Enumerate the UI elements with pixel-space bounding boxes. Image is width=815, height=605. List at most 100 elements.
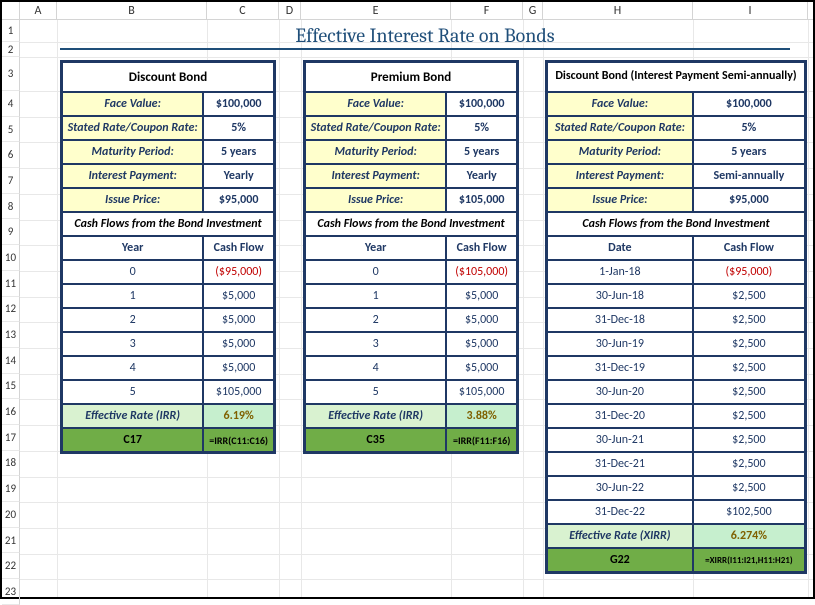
- flow-cashflow[interactable]: $2,500: [693, 356, 805, 380]
- label-maturity[interactable]: Maturity Period:: [62, 140, 203, 164]
- row-21[interactable]: 21: [2, 528, 20, 554]
- col-cashflow[interactable]: Cash Flow: [203, 236, 274, 260]
- semi-issue[interactable]: $95,000: [693, 188, 805, 212]
- flow-cashflow[interactable]: $2,500: [693, 476, 805, 500]
- semi-formula[interactable]: =XIRR(I11:I21,H11:H21): [693, 548, 805, 572]
- flow-period[interactable]: 31-Dec-22: [547, 500, 693, 524]
- flow-period[interactable]: 31-Dec-21: [547, 452, 693, 476]
- flow-period[interactable]: 1: [62, 284, 203, 308]
- row-3[interactable]: 3: [2, 57, 20, 91]
- col-B[interactable]: B: [57, 2, 207, 19]
- semi-ref[interactable]: G22: [547, 548, 693, 572]
- col-date[interactable]: Date: [547, 236, 693, 260]
- flow-cashflow[interactable]: $105,000: [203, 380, 274, 404]
- premium-face[interactable]: $100,000: [446, 92, 517, 116]
- row-16[interactable]: 16: [2, 399, 20, 425]
- discount-issue[interactable]: $95,000: [203, 188, 274, 212]
- flow-period[interactable]: 30-Jun-22: [547, 476, 693, 500]
- flow-period[interactable]: 30-Jun-20: [547, 380, 693, 404]
- col-I[interactable]: I: [693, 2, 808, 19]
- flow-cashflow[interactable]: $102,500: [693, 500, 805, 524]
- flow-cashflow[interactable]: $2,500: [693, 452, 805, 476]
- semi-maturity[interactable]: 5 years: [693, 140, 805, 164]
- flow-period[interactable]: 4: [305, 356, 446, 380]
- label-rate[interactable]: Stated Rate/Coupon Rate:: [62, 116, 203, 140]
- flow-cashflow[interactable]: ($95,000): [693, 260, 805, 284]
- label-issue[interactable]: Issue Price:: [62, 188, 203, 212]
- flow-cashflow[interactable]: $105,000: [446, 380, 517, 404]
- flow-period[interactable]: 31-Dec-18: [547, 308, 693, 332]
- row-7[interactable]: 7: [2, 168, 20, 194]
- flow-period[interactable]: 31-Dec-20: [547, 404, 693, 428]
- flow-period[interactable]: 2: [62, 308, 203, 332]
- flow-period[interactable]: 0: [305, 260, 446, 284]
- premium-maturity[interactable]: 5 years: [446, 140, 517, 164]
- premium-eff-label[interactable]: Effective Rate (IRR): [305, 404, 446, 428]
- row-14[interactable]: 14: [2, 348, 20, 374]
- row-8[interactable]: 8: [2, 194, 20, 220]
- row-6[interactable]: 6: [2, 142, 20, 168]
- discount-formula[interactable]: =IRR(C11:C16): [203, 428, 274, 452]
- row-1[interactable]: 1: [2, 20, 20, 42]
- row-4[interactable]: 4: [2, 91, 20, 117]
- row-17[interactable]: 17: [2, 425, 20, 451]
- premium-ref[interactable]: C35: [305, 428, 446, 452]
- semi-face[interactable]: $100,000: [693, 92, 805, 116]
- row-22[interactable]: 22: [2, 553, 20, 579]
- col-A[interactable]: A: [20, 2, 57, 19]
- label-face[interactable]: Face Value:: [62, 92, 203, 116]
- discount-eff-label[interactable]: Effective Rate (IRR): [62, 404, 203, 428]
- discount-eff[interactable]: 6.19%: [203, 404, 274, 428]
- flow-cashflow[interactable]: $5,000: [203, 284, 274, 308]
- flow-cashflow[interactable]: $5,000: [446, 308, 517, 332]
- col-E[interactable]: E: [301, 2, 451, 19]
- flow-cashflow[interactable]: $2,500: [693, 380, 805, 404]
- premium-title[interactable]: Premium Bond: [305, 62, 517, 92]
- semi-payment[interactable]: Semi-annually: [693, 164, 805, 188]
- discount-payment[interactable]: Yearly: [203, 164, 274, 188]
- flow-period[interactable]: 5: [62, 380, 203, 404]
- flow-period[interactable]: 30-Jun-18: [547, 284, 693, 308]
- row-13[interactable]: 13: [2, 322, 20, 348]
- row-11[interactable]: 11: [2, 271, 20, 297]
- discount-maturity[interactable]: 5 years: [203, 140, 274, 164]
- semi-rate[interactable]: 5%: [693, 116, 805, 140]
- row-9[interactable]: 9: [2, 219, 20, 245]
- discount-title[interactable]: Discount Bond: [62, 62, 274, 92]
- semi-eff[interactable]: 6.274%: [693, 524, 805, 548]
- col-D[interactable]: D: [279, 2, 301, 19]
- flow-period[interactable]: 2: [305, 308, 446, 332]
- semi-eff-label[interactable]: Effective Rate (XIRR): [547, 524, 693, 548]
- flow-cashflow[interactable]: $5,000: [446, 332, 517, 356]
- row-18[interactable]: 18: [2, 451, 20, 477]
- flow-period[interactable]: 30-Jun-19: [547, 332, 693, 356]
- flow-period[interactable]: 1: [305, 284, 446, 308]
- row-20[interactable]: 20: [2, 502, 20, 528]
- discount-face[interactable]: $100,000: [203, 92, 274, 116]
- row-5[interactable]: 5: [2, 117, 20, 143]
- flow-cashflow[interactable]: $5,000: [446, 356, 517, 380]
- flow-period[interactable]: 5: [305, 380, 446, 404]
- row-12[interactable]: 12: [2, 297, 20, 323]
- premium-issue[interactable]: $105,000: [446, 188, 517, 212]
- discount-ref[interactable]: C17: [62, 428, 203, 452]
- flow-cashflow[interactable]: $2,500: [693, 308, 805, 332]
- flow-cashflow[interactable]: $5,000: [203, 356, 274, 380]
- flow-period[interactable]: 1-Jan-18: [547, 260, 693, 284]
- flow-period[interactable]: 0: [62, 260, 203, 284]
- row-10[interactable]: 10: [2, 245, 20, 271]
- row-2[interactable]: 2: [2, 42, 20, 57]
- col-year[interactable]: Year: [62, 236, 203, 260]
- flow-period[interactable]: 30-Jun-21: [547, 428, 693, 452]
- flow-period[interactable]: 4: [62, 356, 203, 380]
- discount-cashflows-header[interactable]: Cash Flows from the Bond Investment: [62, 212, 274, 236]
- discount-rate[interactable]: 5%: [203, 116, 274, 140]
- semi-title[interactable]: Discount Bond (Interest Payment Semi-ann…: [547, 62, 805, 92]
- flow-cashflow[interactable]: $2,500: [693, 332, 805, 356]
- flow-cashflow[interactable]: ($105,000): [446, 260, 517, 284]
- flow-cashflow[interactable]: $5,000: [203, 332, 274, 356]
- premium-payment[interactable]: Yearly: [446, 164, 517, 188]
- flow-cashflow[interactable]: $2,500: [693, 404, 805, 428]
- premium-formula[interactable]: =IRR(F11:F16): [446, 428, 517, 452]
- row-23[interactable]: 23: [2, 579, 20, 605]
